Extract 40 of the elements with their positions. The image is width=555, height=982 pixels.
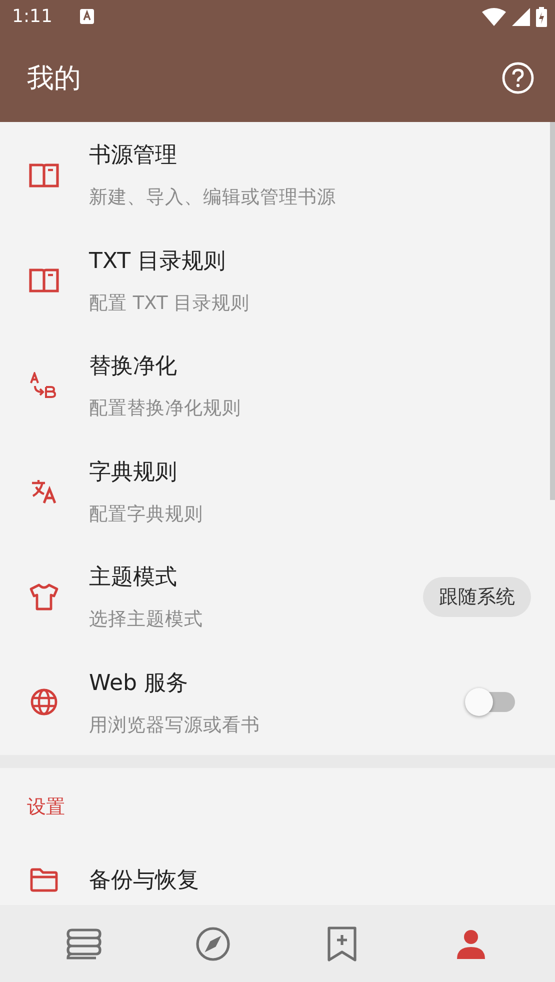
battery-icon <box>536 6 547 26</box>
book-icon <box>28 162 58 188</box>
item-subtitle: 配置替换净化规则 <box>89 397 242 420</box>
theme-mode-chip[interactable]: 跟随系统 <box>423 576 531 617</box>
item-subtitle: 选择主题模式 <box>89 608 204 632</box>
item-subtitle: 新建、导入、编辑或管理书源 <box>89 186 337 210</box>
settings-item[interactable]: 备份与恢复 <box>0 840 550 905</box>
settings-item[interactable]: 书源管理 新建、导入、编辑或管理书源 <box>0 122 550 228</box>
wifi-icon <box>482 8 506 26</box>
item-title: TXT 目录规则 <box>89 248 227 276</box>
bookshelf-icon <box>66 928 102 960</box>
compass-icon <box>195 926 232 962</box>
item-title: 备份与恢复 <box>89 867 200 895</box>
settings-item[interactable]: 主题模式 选择主题模式 跟随系统 <box>0 544 550 650</box>
book-icon <box>28 267 58 294</box>
settings-item[interactable]: Web 服务 用浏览器写源或看书 <box>0 650 550 755</box>
settings-item[interactable]: TXT 目录规则 配置 TXT 目录规则 <box>0 228 550 333</box>
item-title: 字典规则 <box>89 458 178 487</box>
notification-icon <box>80 9 94 24</box>
signal-icon <box>512 8 530 26</box>
translate-icon <box>30 478 58 504</box>
bookmark-plus-icon <box>326 926 357 962</box>
folder-icon <box>30 868 58 892</box>
replace-icon <box>30 372 58 400</box>
item-title: 书源管理 <box>89 142 178 170</box>
settings-item[interactable]: 字典规则 配置字典规则 <box>0 438 550 544</box>
shirt-icon <box>28 582 58 611</box>
item-subtitle: 配置字典规则 <box>89 502 204 526</box>
status-time: 1:11 <box>12 6 52 27</box>
item-title: 主题模式 <box>89 564 178 592</box>
globe-icon <box>30 688 58 716</box>
page-title: 我的 <box>27 62 81 96</box>
section-header: 设置 <box>26 795 66 820</box>
help-icon[interactable] <box>501 60 535 94</box>
item-subtitle: 用浏览器写源或看书 <box>89 714 261 737</box>
item-subtitle: 配置 TXT 目录规则 <box>89 292 251 315</box>
person-icon <box>454 928 487 960</box>
item-title: 替换净化 <box>89 353 178 382</box>
item-title: Web 服务 <box>89 670 189 698</box>
settings-item[interactable]: 替换净化 配置替换净化规则 <box>0 333 550 438</box>
